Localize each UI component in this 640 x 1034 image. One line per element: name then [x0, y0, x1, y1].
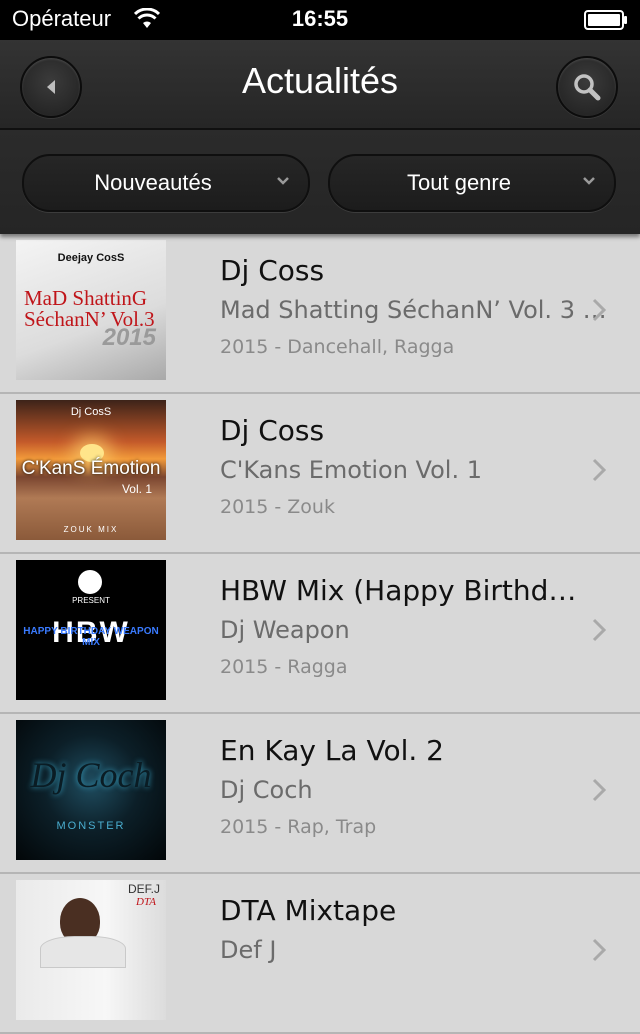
album-cover: PRESENT HBW HAPPY BIRTHDAY WEAPON MIX: [16, 560, 166, 700]
item-subtitle: Dj Coch: [220, 776, 313, 804]
chevron-right-icon: [592, 458, 606, 482]
search-button[interactable]: [556, 56, 618, 118]
item-meta: 2015 - Zouk: [220, 496, 335, 518]
chevron-right-icon: [592, 778, 606, 802]
back-arrow-icon: [47, 80, 55, 94]
item-title: Dj Coss: [220, 254, 325, 287]
album-cover: Deejay CosS MaD ShattinG SéchanN’ Vol.3 …: [16, 240, 166, 380]
cover-text: MONSTER: [56, 820, 126, 832]
cover-text: DEF.J: [127, 882, 160, 896]
album-cover: DEF.J DTA: [16, 880, 166, 1020]
portrait-graphic: [40, 936, 126, 968]
item-title: Dj Coss: [220, 414, 325, 447]
mix-list: Deejay CosS MaD ShattinG SéchanN’ Vol.3 …: [0, 234, 640, 1034]
genre-dropdown[interactable]: Tout genre: [328, 154, 616, 212]
cover-text: HAPPY BIRTHDAY WEAPON MIX: [23, 626, 159, 648]
cover-text: ZOUK MIX: [63, 525, 119, 534]
search-icon: [574, 74, 601, 101]
album-cover: Dj CosS C'KanS Émotion Vol. 1 ZOUK MIX: [16, 400, 166, 540]
cover-text: C'KanS Émotion: [21, 458, 161, 479]
item-title: DTA Mixtape: [220, 894, 397, 927]
battery-icon: [584, 10, 627, 30]
cover-text: Dj CosS: [70, 406, 112, 418]
item-title: HBW Mix (Happy Birthday Weapon Mix): [220, 574, 590, 607]
item-meta: 2015 - Ragga: [220, 656, 348, 678]
item-title: En Kay La Vol. 2: [220, 734, 444, 767]
item-meta: 2015 - Dancehall, Ragga: [220, 336, 455, 358]
item-subtitle: Dj Weapon: [220, 616, 350, 644]
item-meta: 2015 - Rap, Trap: [220, 816, 377, 838]
status-bar: Opérateur 16:55: [0, 0, 640, 40]
genre-dropdown-label: Tout genre: [407, 170, 511, 195]
sort-dropdown[interactable]: Nouveautés: [22, 154, 310, 212]
cover-text: Vol. 1: [121, 482, 152, 496]
album-cover: Dj Coch MONSTER: [16, 720, 166, 860]
sort-dropdown-label: Nouveautés: [94, 170, 212, 195]
page-title: Actualités: [241, 60, 399, 101]
list-item[interactable]: Dj CosS C'KanS Émotion Vol. 1 ZOUK MIX D…: [0, 394, 640, 554]
filter-bar: Nouveautés Tout genre: [0, 130, 640, 234]
clock: 16:55: [291, 6, 349, 31]
item-subtitle: Mad Shatting SéchanN’ Vol. 3 (Extended): [220, 296, 615, 324]
back-button[interactable]: [20, 56, 82, 118]
cover-text: Deejay CosS: [57, 252, 125, 264]
chevron-right-icon: [592, 618, 606, 642]
cover-text: DTA: [136, 896, 156, 908]
cover-text: PRESENT: [72, 596, 110, 605]
chevron-down-icon: [277, 177, 289, 185]
cover-text: Dj Coch: [30, 755, 152, 795]
navigation-bar: Actualités: [0, 40, 640, 130]
list-item[interactable]: Deejay CosS MaD ShattinG SéchanN’ Vol.3 …: [0, 234, 640, 394]
chevron-down-icon: [583, 177, 595, 185]
list-item[interactable]: DEF.J DTA DTA Mixtape Def J: [0, 874, 640, 1034]
list-item[interactable]: Dj Coch MONSTER En Kay La Vol. 2 Dj Coch…: [0, 714, 640, 874]
label-logo: [78, 570, 102, 594]
list-item[interactable]: PRESENT HBW HAPPY BIRTHDAY WEAPON MIX HB…: [0, 554, 640, 714]
cover-text: 2015: [102, 324, 156, 351]
chevron-right-icon: [592, 298, 606, 322]
item-subtitle: C'Kans Emotion Vol. 1: [220, 456, 482, 484]
chevron-right-icon: [592, 938, 606, 962]
